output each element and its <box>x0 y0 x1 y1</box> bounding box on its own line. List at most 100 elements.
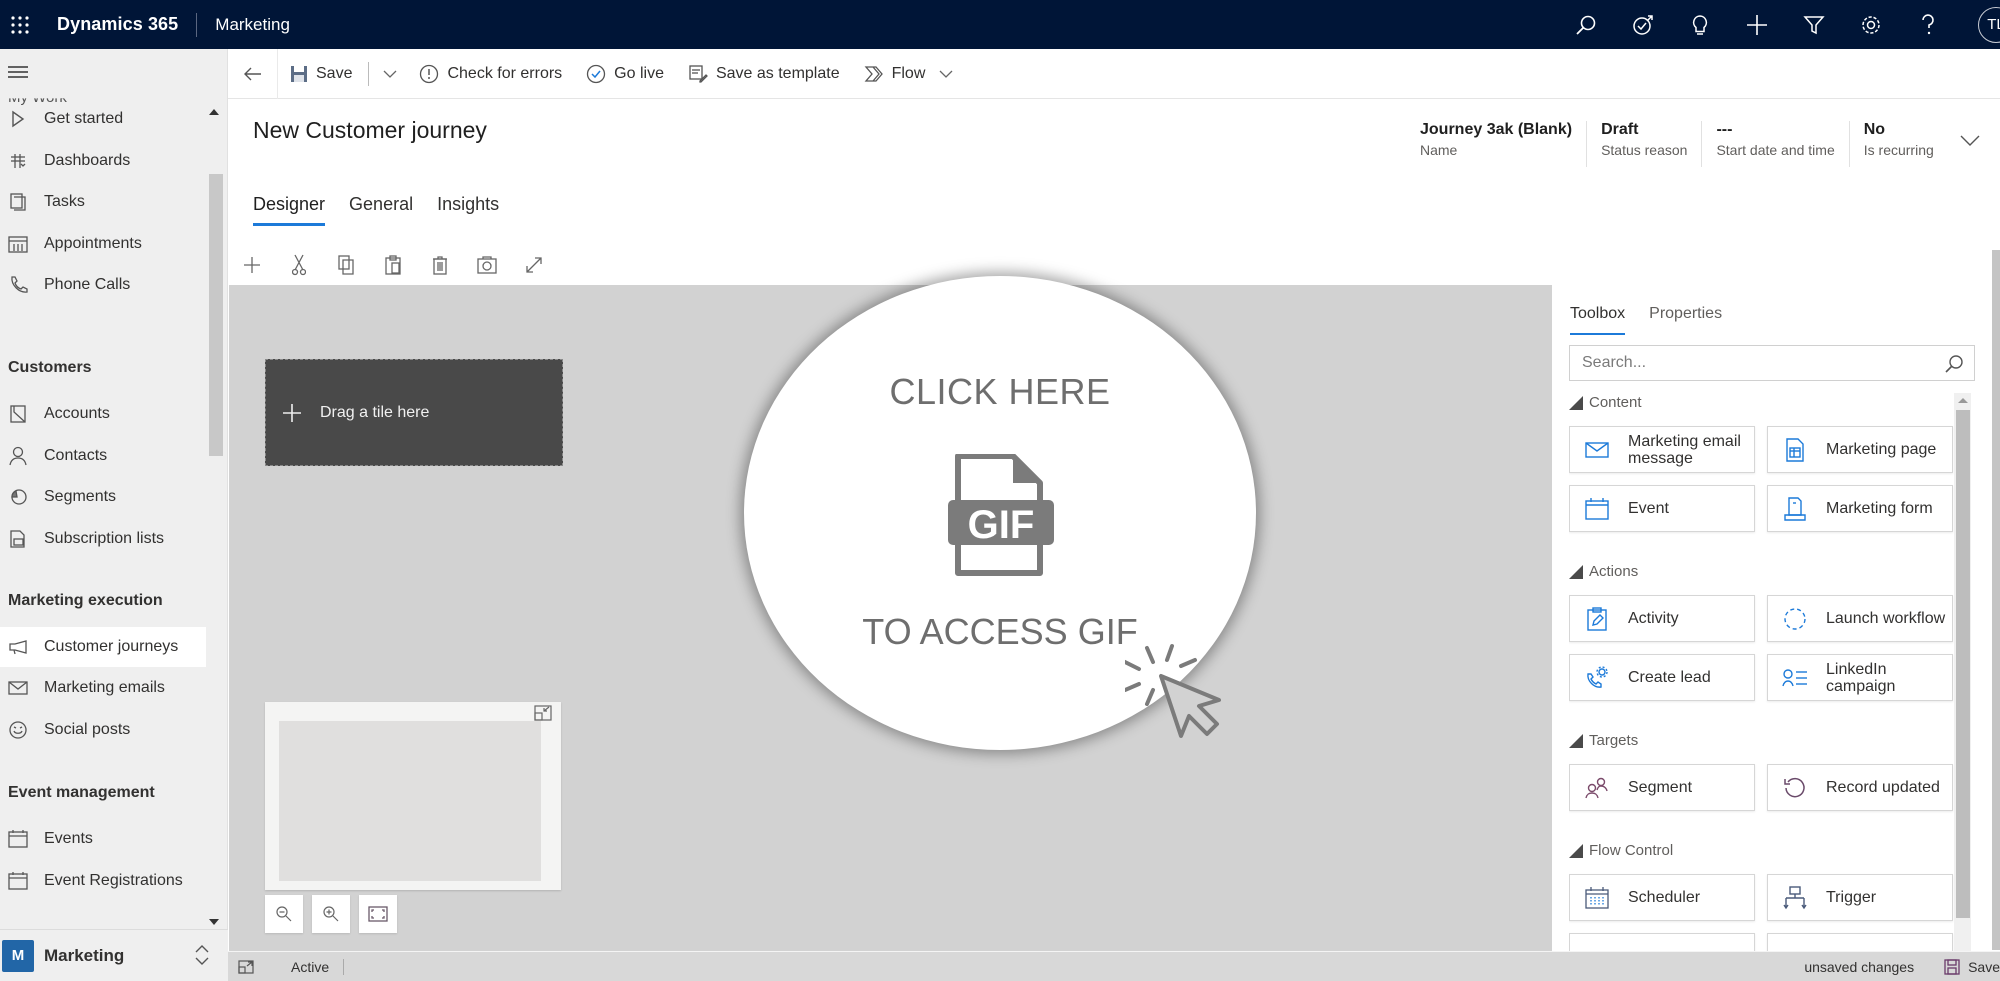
sidebar-item-accounts[interactable]: Accounts <box>0 394 206 434</box>
screenshot-button[interactable] <box>463 246 510 284</box>
sidebar-scrollbar[interactable] <box>209 174 223 456</box>
expand-button[interactable] <box>510 246 557 284</box>
group-label: Content <box>1589 394 1642 411</box>
zoom-out-button[interactable] <box>265 895 303 933</box>
record-status: Active <box>291 958 345 975</box>
tab-general[interactable]: General <box>349 194 413 226</box>
sidebar-item-phone-calls[interactable]: Phone Calls <box>0 265 206 305</box>
brand-name[interactable]: Dynamics 365 <box>57 14 178 35</box>
toolbox-scrollbar-thumb[interactable] <box>1956 410 1970 918</box>
tile-trigger[interactable]: Trigger <box>1767 874 1953 921</box>
workflow-icon <box>1782 606 1808 632</box>
add-icon <box>243 257 260 273</box>
lightbulb-icon <box>1692 14 1707 35</box>
header-field-value: --- <box>1716 121 1733 138</box>
fit-screen-icon <box>368 906 388 922</box>
toolbox-group-content[interactable]: Content <box>1569 394 1642 411</box>
tile-marketing-email[interactable]: Marketing email message <box>1569 426 1755 473</box>
user-avatar[interactable]: TL <box>1978 6 2000 43</box>
save-as-template-button[interactable]: Save as template <box>676 49 852 99</box>
app-launcher-button[interactable] <box>0 0 40 49</box>
filter-button[interactable] <box>1785 0 1842 49</box>
status-save-button[interactable]: Save <box>1944 959 2000 975</box>
sidebar-item-appointments[interactable]: Appointments <box>0 224 206 264</box>
go-live-label: Go live <box>614 64 664 82</box>
tile-partial-2[interactable] <box>1767 933 1953 951</box>
fit-to-screen-button[interactable] <box>359 895 397 933</box>
tile-scheduler[interactable]: Scheduler <box>1569 874 1755 921</box>
copy-button[interactable] <box>322 246 369 284</box>
sidebar-item-social-posts[interactable]: Social posts <box>0 710 206 750</box>
zoom-out-icon <box>276 906 292 922</box>
cut-button[interactable] <box>275 246 322 284</box>
sidebar-item-segments[interactable]: Segments <box>0 477 206 517</box>
toolbox-search-input[interactable] <box>1582 354 1922 372</box>
header-field-name[interactable]: Journey 3ak (Blank) Name <box>1408 121 1586 167</box>
sidebar-item-events[interactable]: Events <box>0 819 206 859</box>
tab-properties[interactable]: Properties <box>1649 295 1722 335</box>
area-switcher[interactable]: M Marketing <box>0 929 228 981</box>
sidebar-item-get-started[interactable]: Get started <box>0 99 206 139</box>
hamburger-menu-button[interactable] <box>8 65 28 79</box>
minimap-collapse-button[interactable] <box>534 705 552 721</box>
header-field-is-recurring[interactable]: No Is recurring <box>1848 121 1948 167</box>
toolbox-group-actions[interactable]: Actions <box>1569 563 1638 580</box>
tile-segment[interactable]: Segment <box>1569 764 1755 811</box>
add-tile-button[interactable] <box>228 246 275 284</box>
save-button[interactable]: Save <box>278 49 364 99</box>
scroll-up-icon[interactable] <box>1958 398 1968 403</box>
page-scrollbar[interactable] <box>1992 250 2000 950</box>
tile-partial-1[interactable] <box>1569 933 1755 951</box>
back-arrow-icon <box>243 67 261 80</box>
sidebar-scroll-up-icon[interactable] <box>209 109 219 115</box>
flow-button[interactable]: Flow <box>852 49 966 99</box>
tile-launch-workflow[interactable]: Launch workflow <box>1767 595 1953 642</box>
sidebar-item-marketing-emails[interactable]: Marketing emails <box>0 668 206 708</box>
tile-marketing-page[interactable]: Marketing page <box>1767 426 1953 473</box>
search-button[interactable] <box>1557 0 1614 49</box>
zoom-in-button[interactable] <box>312 895 350 933</box>
app-name[interactable]: Marketing <box>215 15 290 35</box>
toolbox-search[interactable] <box>1569 345 1975 381</box>
delete-button[interactable] <box>416 246 463 284</box>
sidebar-item-customer-journeys[interactable]: Customer journeys <box>0 627 206 667</box>
tile-linkedin-campaign[interactable]: LinkedIn campaign <box>1767 654 1953 701</box>
page-title: New Customer journey <box>253 117 487 143</box>
search-icon[interactable] <box>1944 354 1964 374</box>
save-options-dropdown[interactable] <box>373 49 407 99</box>
lightbulb-button[interactable] <box>1671 0 1728 49</box>
paste-button[interactable] <box>369 246 416 284</box>
sidebar-item-contacts[interactable]: Contacts <box>0 436 206 476</box>
drag-tile-placeholder[interactable]: Drag a tile here <box>265 359 563 466</box>
sidebar-item-event-registrations[interactable]: Event Registrations <box>0 861 206 901</box>
sidebar-item-dashboards[interactable]: Dashboards <box>0 141 206 181</box>
canvas-minimap[interactable] <box>265 702 561 890</box>
tile-activity[interactable]: Activity <box>1569 595 1755 642</box>
go-live-button[interactable]: Go live <box>574 49 676 99</box>
settings-button[interactable] <box>1842 0 1899 49</box>
task-flow-button[interactable] <box>1614 0 1671 49</box>
tab-insights[interactable]: Insights <box>437 194 499 226</box>
toolbox-scrollbar[interactable] <box>1954 393 1971 951</box>
sidebar-scroll-down-icon[interactable] <box>209 919 219 925</box>
header-field-start-date[interactable]: --- Start date and time <box>1701 121 1848 167</box>
header-expand-button[interactable] <box>1960 135 1980 147</box>
tab-designer[interactable]: Designer <box>253 194 326 226</box>
toolbox-group-flow-control[interactable]: Flow Control <box>1569 842 1673 859</box>
tile-record-updated[interactable]: Record updated <box>1767 764 1953 811</box>
open-in-new-window-button[interactable] <box>238 959 254 974</box>
delete-icon <box>432 256 447 275</box>
tile-marketing-form[interactable]: Marketing form <box>1767 485 1953 532</box>
new-button[interactable] <box>1728 0 1785 49</box>
header-field-status-reason[interactable]: Draft Status reason <box>1586 121 1701 167</box>
check-for-errors-button[interactable]: Check for errors <box>407 49 574 99</box>
sidebar-item-subscription-lists[interactable]: Subscription lists <box>0 519 206 559</box>
toolbox-group-targets[interactable]: Targets <box>1569 732 1638 749</box>
tab-toolbox[interactable]: Toolbox <box>1570 295 1626 335</box>
minimap-viewport[interactable] <box>279 721 541 881</box>
help-button[interactable] <box>1899 0 1956 49</box>
sidebar-item-tasks[interactable]: Tasks <box>0 182 206 222</box>
tile-create-lead[interactable]: Create lead <box>1569 654 1755 701</box>
tile-event[interactable]: Event <box>1569 485 1755 532</box>
back-button[interactable] <box>228 48 278 99</box>
